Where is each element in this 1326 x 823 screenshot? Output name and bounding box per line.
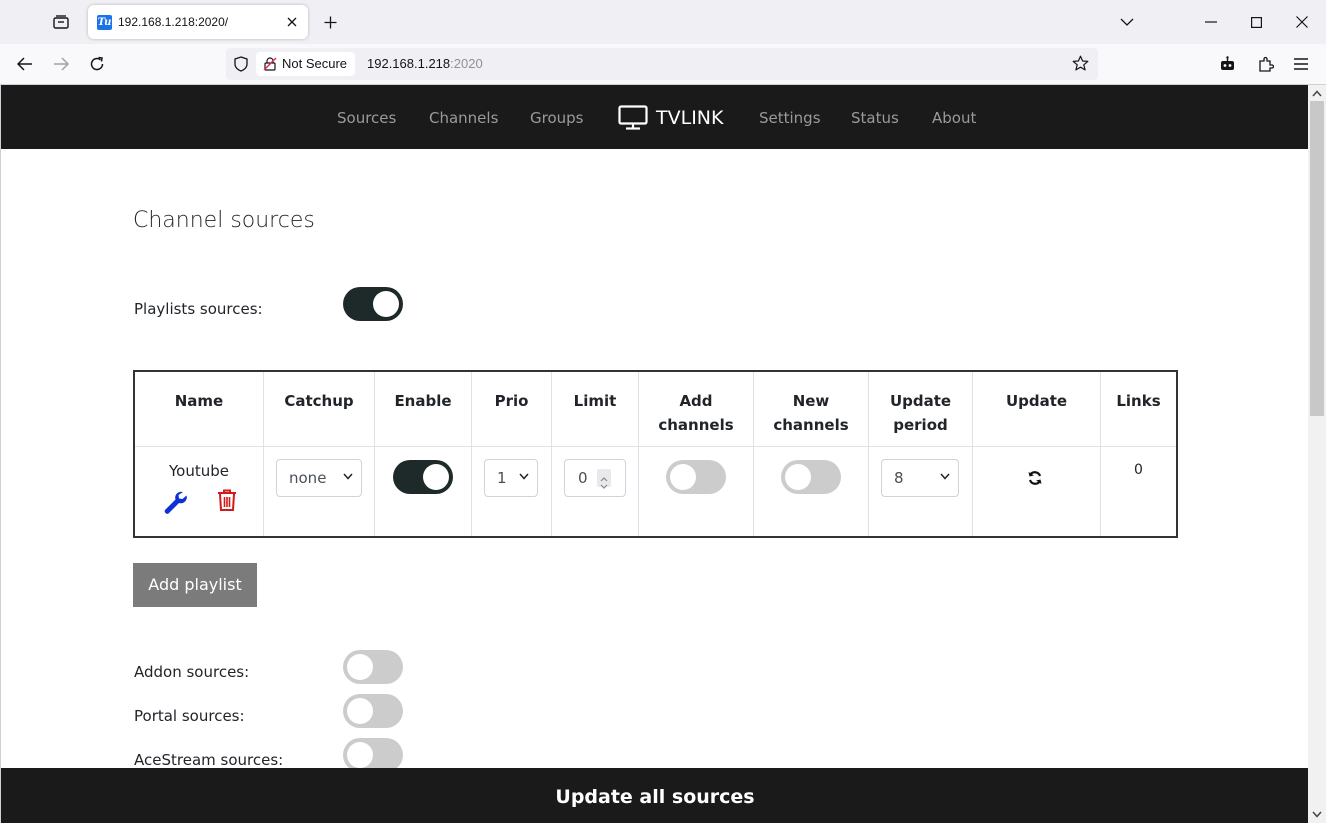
source-name: Youtube [169,462,229,480]
enable-toggle[interactable] [393,460,453,494]
browser-nav-bar: Not Secure 192.168.1.218:2020 [0,44,1326,85]
url-text[interactable]: 192.168.1.218:2020 [367,56,483,71]
header-new-channels-line2: channels [773,416,849,434]
catchup-select-value: none [289,469,327,487]
update-all-sources-button[interactable]: Update all sources [1,768,1308,823]
robot-extension-icon[interactable] [1217,54,1237,74]
links-count: 0 [1134,462,1143,478]
app-navbar: Sources Channels Groups TVLINK Settings … [1,85,1308,149]
back-arrow-icon[interactable] [13,53,37,75]
maximize-icon[interactable] [1246,12,1266,32]
scrollbar-thumb[interactable] [1310,101,1324,416]
toggle-knob [373,291,399,317]
header-update-period-line2: period [893,416,948,434]
playlist-sources-table: Name Catchup Enable Prio Limit Add channe… [133,370,1178,538]
nav-link-groups[interactable]: Groups [530,109,583,127]
toggle-knob [423,464,449,490]
acestream-sources-toggle[interactable] [343,738,403,772]
page-title: Channel sources [133,208,315,233]
reload-icon[interactable] [85,53,109,75]
portal-sources-toggle[interactable] [343,694,403,728]
prio-select[interactable]: 1 [484,459,538,497]
toggle-knob [785,464,811,490]
not-secure-label: Not Secure [282,56,348,71]
catchup-select[interactable]: none [276,459,362,497]
close-window-icon[interactable] [1292,12,1312,32]
update-period-select-value: 8 [894,469,904,487]
playlists-sources-label: Playlists sources: [134,300,263,318]
header-update-period: Update period [869,372,972,447]
toggle-knob [670,464,696,490]
header-limit: Limit [573,392,617,410]
header-prio: Prio [494,392,529,410]
header-name: Name [174,392,224,410]
browser-tab[interactable]: Tu 192.168.1.218:2020/ [88,5,308,39]
tab-title: 192.168.1.218:2020/ [118,15,229,29]
header-new-channels: New channels [754,372,868,447]
chevron-down-icon [343,473,353,480]
playlists-sources-toggle[interactable] [343,287,403,321]
page-scrollbar[interactable] [1308,85,1326,823]
add-playlist-button[interactable]: Add playlist [133,563,257,607]
addon-sources-label: Addon sources: [134,663,250,681]
chevron-down-icon [519,473,529,480]
toggle-knob [347,742,373,768]
header-add-channels: Add channels [639,372,753,447]
nav-link-status[interactable]: Status [851,109,899,127]
acestream-sources-label: AceStream sources: [134,751,284,769]
prio-select-value: 1 [497,469,507,487]
limit-input[interactable]: 0 [564,459,626,497]
not-secure-badge[interactable]: Not Secure [256,52,356,76]
new-tab-icon[interactable] [320,12,340,32]
minimize-icon[interactable] [1201,12,1221,32]
browser-tab-bar: Tu 192.168.1.218:2020/ [0,0,1326,44]
page-viewport: Sources Channels Groups TVLINK Settings … [0,85,1308,823]
header-enable: Enable [394,392,452,410]
brand-logo[interactable]: TVLINK [618,105,723,130]
new-channels-toggle[interactable] [781,460,841,494]
limit-input-value: 0 [578,469,588,487]
refresh-update-icon[interactable] [1027,470,1043,486]
number-spinner-icon[interactable] [597,469,611,489]
chevron-down-icon [940,473,950,480]
scroll-up-arrow-icon[interactable] [1312,88,1322,98]
header-add-channels-line2: channels [658,416,734,434]
nav-link-sources[interactable]: Sources [337,109,396,127]
site-favicon-icon: Tu [97,15,112,30]
brand-name: TVLINK [656,106,724,129]
header-update: Update [1005,392,1068,410]
tab-list-icon[interactable] [50,12,72,32]
toggle-knob [347,654,373,680]
header-catchup: Catchup [284,392,354,410]
address-bar[interactable]: Not Secure 192.168.1.218:2020 [226,48,1098,80]
extensions-puzzle-icon[interactable] [1256,54,1276,74]
portal-sources-label: Portal sources: [134,707,245,725]
close-tab-icon[interactable] [284,14,300,30]
url-port: :2020 [450,56,483,71]
trash-delete-icon[interactable] [216,488,238,512]
forward-arrow-icon[interactable] [49,53,73,75]
header-add-channels-line1: Add [679,392,713,410]
tab-overflow-chevron-icon[interactable] [1117,12,1137,32]
insecure-lock-icon [263,57,277,71]
wrench-edit-icon[interactable] [162,489,188,515]
addon-sources-toggle[interactable] [343,650,403,684]
header-links: Links [1116,392,1161,410]
header-new-channels-line1: New [792,392,830,410]
add-channels-toggle[interactable] [666,460,726,494]
nav-link-settings[interactable]: Settings [759,109,821,127]
nav-link-about[interactable]: About [932,109,976,127]
menu-hamburger-icon[interactable] [1291,54,1311,74]
nav-link-channels[interactable]: Channels [429,109,498,127]
shield-icon[interactable] [234,56,248,72]
url-host: 192.168.1.218 [367,56,451,71]
update-period-select[interactable]: 8 [881,459,959,497]
scroll-down-arrow-icon[interactable] [1312,809,1322,819]
header-update-period-line1: Update [889,392,952,410]
bookmark-star-icon[interactable] [1072,55,1089,72]
tv-monitor-icon [618,105,648,130]
toggle-knob [347,698,373,724]
